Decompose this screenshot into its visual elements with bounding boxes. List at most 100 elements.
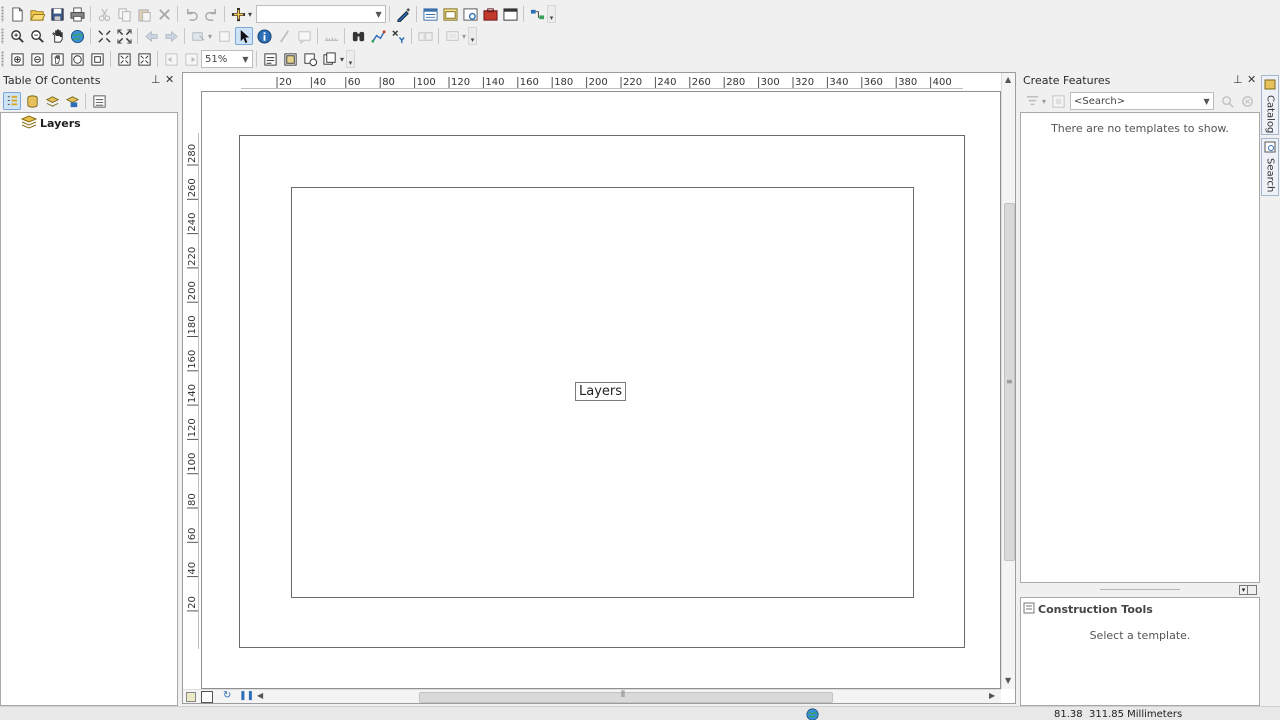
paste-icon[interactable]: [135, 5, 153, 23]
vertical-ruler[interactable]: 280 260 240 220 200 180 160 140 120 100 80 60 40 20: [183, 133, 199, 649]
horizontal-ruler[interactable]: 20 40 60 80 100 120 140 160 180 200 220 240 260 280 30…: [241, 73, 963, 89]
identify-icon[interactable]: [255, 27, 273, 45]
save-button[interactable]: [48, 5, 66, 23]
pan-icon[interactable]: [48, 27, 66, 45]
add-data-dropdown-icon[interactable]: ▾: [248, 10, 252, 19]
hyperlink-icon[interactable]: [275, 27, 293, 45]
construction-tools-panel: Construction Tools Select a template.: [1020, 597, 1260, 706]
list-by-drawing-order-icon[interactable]: [3, 92, 21, 110]
create-viewer-window-icon[interactable]: [443, 27, 461, 45]
close-icon[interactable]: ✕: [1247, 73, 1256, 86]
select-dropdown-icon[interactable]: ▾: [208, 32, 212, 41]
data-driven-pages-icon[interactable]: [321, 50, 339, 68]
horizontal-scrollbar[interactable]: ↻ ❚❚ ◀ ⦀ ▶: [183, 689, 1001, 703]
toolbar-overflow-button[interactable]: ▾: [468, 27, 478, 45]
clear-selection-icon[interactable]: [215, 27, 233, 45]
vertical-scrollbar[interactable]: ▲ ≡ ▼: [1001, 73, 1015, 689]
new-document-button[interactable]: [8, 5, 26, 23]
search-window-icon[interactable]: [461, 5, 479, 23]
change-layout-icon[interactable]: [301, 50, 319, 68]
toolbar-grip[interactable]: [1, 28, 4, 44]
toc-options-icon[interactable]: [90, 92, 108, 110]
data-view-icon[interactable]: [186, 692, 196, 702]
collapse-pane-icon[interactable]: ▾: [1239, 585, 1248, 595]
zoom-100-percent-icon[interactable]: [88, 50, 106, 68]
toolbar-grip[interactable]: [1, 51, 4, 67]
list-by-source-icon[interactable]: [23, 92, 41, 110]
layout-view-icon[interactable]: [201, 691, 213, 703]
add-data-icon[interactable]: [229, 5, 247, 23]
chevron-down-icon[interactable]: ▼: [1200, 93, 1213, 109]
close-icon[interactable]: ✕: [165, 73, 174, 86]
list-by-visibility-icon[interactable]: [43, 92, 61, 110]
pin-icon[interactable]: ⊥: [1233, 73, 1243, 86]
redo-icon[interactable]: [202, 5, 220, 23]
data-frame-label[interactable]: Layers: [575, 382, 627, 401]
toggle-pane-icon[interactable]: [1248, 585, 1257, 595]
toolbar-overflow-button[interactable]: ▾: [346, 50, 356, 68]
toolbar-overflow-button[interactable]: ▾: [547, 5, 557, 23]
go-to-xy-icon[interactable]: [389, 27, 407, 45]
cut-icon[interactable]: [95, 5, 113, 23]
arctoolbox-icon[interactable]: [481, 5, 499, 23]
template-search-combo[interactable]: <Search> ▼: [1070, 92, 1215, 110]
layout-go-forward-icon[interactable]: [182, 50, 200, 68]
undo-icon[interactable]: [182, 5, 200, 23]
layout-pan-icon[interactable]: [48, 50, 66, 68]
select-features-icon[interactable]: [189, 27, 207, 45]
search-side-tab[interactable]: Search: [1261, 138, 1279, 196]
zoom-out-icon[interactable]: [28, 27, 46, 45]
go-forward-icon[interactable]: [162, 27, 180, 45]
organize-templates-icon[interactable]: [1023, 92, 1041, 110]
python-window-icon[interactable]: [501, 5, 519, 23]
table-of-contents-window-icon[interactable]: [421, 5, 439, 23]
toolbar-grip[interactable]: [1, 6, 4, 22]
scroll-down-icon[interactable]: ▼: [1005, 676, 1011, 685]
chevron-down-icon[interactable]: ▼: [372, 6, 385, 22]
open-button[interactable]: [28, 5, 46, 23]
editor-toolbar-icon[interactable]: [394, 5, 412, 23]
pause-drawing-icon[interactable]: ❚❚: [239, 691, 254, 701]
layout-zoom-combo[interactable]: 51% ▼: [201, 50, 253, 68]
layout-fixed-zoom-out-icon[interactable]: [135, 50, 153, 68]
clear-search-icon[interactable]: [1238, 92, 1256, 110]
zoom-in-icon[interactable]: [8, 27, 26, 45]
scale-combo[interactable]: ▼: [256, 5, 387, 23]
template-properties-icon[interactable]: [1049, 92, 1067, 110]
copy-icon[interactable]: [115, 5, 133, 23]
go-back-icon[interactable]: [142, 27, 160, 45]
fixed-zoom-out-icon[interactable]: [115, 27, 133, 45]
model-builder-icon[interactable]: [528, 5, 546, 23]
measure-icon[interactable]: [322, 27, 340, 45]
toggle-draft-mode-icon[interactable]: [261, 50, 279, 68]
fixed-zoom-in-icon[interactable]: [95, 27, 113, 45]
focus-data-frame-icon[interactable]: [281, 50, 299, 68]
zoom-whole-page-icon[interactable]: [68, 50, 86, 68]
full-extent-icon[interactable]: [68, 27, 86, 45]
layout-view[interactable]: 20 40 60 80 100 120 140 160 180 200 220 240 260 280 30…: [182, 72, 1016, 704]
chevron-down-icon[interactable]: ▼: [239, 51, 252, 67]
layout-zoom-in-icon[interactable]: [8, 50, 26, 68]
html-popup-icon[interactable]: [295, 27, 313, 45]
layout-fixed-zoom-in-icon[interactable]: [115, 50, 133, 68]
find-route-icon[interactable]: [369, 27, 387, 45]
select-elements-icon[interactable]: [235, 27, 254, 45]
list-by-selection-icon[interactable]: [63, 92, 81, 110]
scroll-left-icon[interactable]: ◀: [257, 691, 263, 700]
splitter-grip[interactable]: [1100, 589, 1180, 590]
find-icon[interactable]: [349, 27, 367, 45]
search-icon[interactable]: [1218, 92, 1236, 110]
scroll-right-icon[interactable]: ▶: [989, 691, 995, 700]
pin-icon[interactable]: ⊥: [151, 73, 161, 86]
time-slider-icon[interactable]: [416, 27, 434, 45]
catalog-window-icon[interactable]: [441, 5, 459, 23]
horizontal-scroll-thumb[interactable]: [419, 692, 833, 703]
delete-icon[interactable]: [155, 5, 173, 23]
catalog-side-tab[interactable]: Catalog: [1261, 75, 1279, 135]
refresh-icon[interactable]: ↻: [223, 690, 231, 701]
print-button[interactable]: [68, 5, 86, 23]
layout-zoom-out-icon[interactable]: [28, 50, 46, 68]
layout-go-back-icon[interactable]: [162, 50, 180, 68]
toc-item-layers[interactable]: Layers: [20, 115, 81, 132]
scroll-up-icon[interactable]: ▲: [1005, 75, 1011, 84]
